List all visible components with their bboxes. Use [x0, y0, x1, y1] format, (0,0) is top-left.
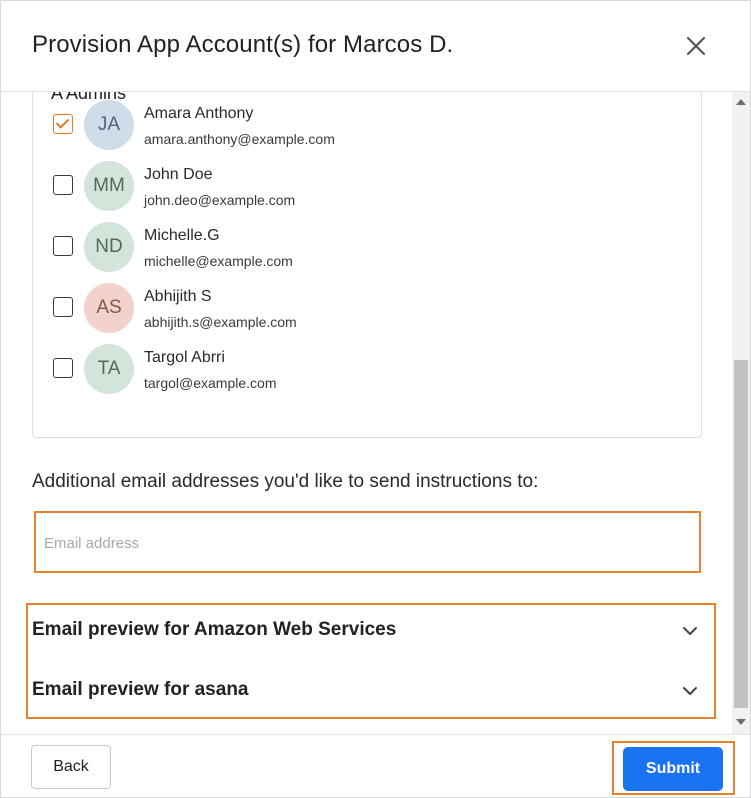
user-name: Abhijith S	[144, 288, 212, 305]
provision-dialog: Provision App Account(s) for Marcos D. A…	[0, 0, 751, 798]
user-email: abhijith.s@example.com	[144, 314, 297, 330]
user-checkbox[interactable]	[53, 175, 73, 195]
scrollbar-thumb[interactable]	[734, 360, 748, 708]
user-name: John Doe	[144, 166, 213, 183]
additional-emails-label: Additional email addresses you'd like to…	[32, 471, 539, 492]
users-panel: A Admins JA Amara Anthony amara.anthony@…	[32, 92, 702, 438]
user-name: Amara Anthony	[144, 105, 254, 122]
submit-highlight: Submit	[612, 741, 735, 795]
user-row: ND Michelle.G michelle@example.com	[53, 221, 653, 273]
submit-button[interactable]: Submit	[623, 747, 723, 791]
scroll-up-arrow-icon[interactable]	[736, 99, 746, 105]
user-checkbox[interactable]	[53, 236, 73, 256]
user-row: JA Amara Anthony amara.anthony@example.c…	[53, 99, 653, 151]
avatar: ND	[84, 222, 134, 272]
chevron-down-icon	[682, 623, 698, 639]
avatar: TA	[84, 344, 134, 394]
email-preview-asana[interactable]: Email preview for asana	[32, 671, 712, 711]
avatar: JA	[84, 100, 134, 150]
dialog-title: Provision App Account(s) for Marcos D.	[32, 31, 454, 58]
dialog-footer: Back Submit	[1, 734, 750, 798]
dialog-header: Provision App Account(s) for Marcos D.	[1, 1, 750, 92]
user-row: MM John Doe john.deo@example.com	[53, 160, 653, 212]
user-row: TA Targol Abrri targol@example.com	[53, 343, 653, 395]
close-icon[interactable]	[681, 31, 711, 61]
vertical-scrollbar[interactable]	[732, 92, 750, 734]
user-email: michelle@example.com	[144, 253, 293, 269]
user-email: john.deo@example.com	[144, 192, 296, 208]
user-email: targol@example.com	[144, 375, 277, 391]
dialog-body: A Admins JA Amara Anthony amara.anthony@…	[1, 92, 732, 734]
chevron-down-icon	[682, 683, 698, 699]
email-preview-aws[interactable]: Email preview for Amazon Web Services	[32, 611, 712, 651]
user-row: AS Abhijith S abhijith.s@example.com	[53, 282, 653, 334]
user-name: Michelle.G	[144, 227, 220, 244]
back-button[interactable]: Back	[31, 745, 111, 789]
avatar: AS	[84, 283, 134, 333]
email-field[interactable]	[42, 519, 697, 567]
email-field-wrapper	[34, 511, 701, 573]
user-email: amara.anthony@example.com	[144, 131, 335, 147]
user-name: Targol Abrri	[144, 349, 225, 366]
user-checkbox[interactable]	[53, 114, 73, 134]
user-checkbox[interactable]	[53, 297, 73, 317]
email-preview-label: Email preview for Amazon Web Services	[32, 619, 397, 640]
email-previews: Email preview for Amazon Web Services Em…	[26, 603, 716, 719]
user-checkbox[interactable]	[53, 358, 73, 378]
email-preview-label: Email preview for asana	[32, 679, 249, 700]
scroll-down-arrow-icon[interactable]	[736, 719, 746, 725]
avatar: MM	[84, 161, 134, 211]
